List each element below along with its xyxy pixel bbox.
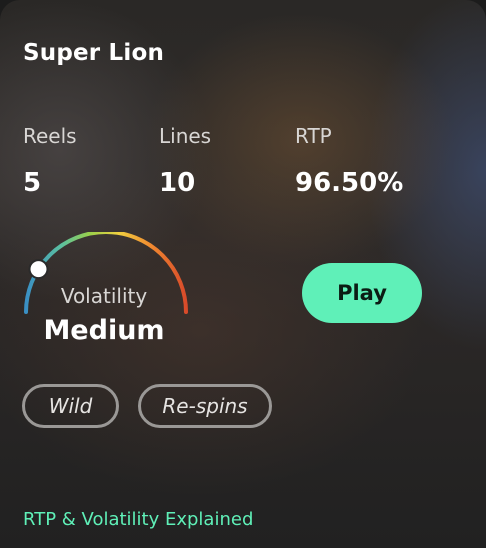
- lines-label: Lines: [159, 124, 212, 148]
- gauge-indicator: [28, 259, 49, 280]
- game-title: Super Lion: [23, 40, 165, 66]
- game-info-card: Super Lion Reels 5 Lines 10 RTP 96.50% V…: [0, 0, 486, 548]
- tag-respins[interactable]: Re-spins: [138, 384, 272, 428]
- rtp-label: RTP: [295, 124, 332, 148]
- play-button[interactable]: Play: [302, 263, 422, 323]
- rtp-value: 96.50%: [295, 168, 404, 198]
- volatility-label: Volatility: [60, 284, 148, 308]
- reels-value: 5: [23, 168, 42, 198]
- volatility-gauge: [24, 232, 188, 314]
- rtp-volatility-explained-link[interactable]: RTP & Volatility Explained: [23, 509, 253, 530]
- tag-wild[interactable]: Wild: [22, 384, 119, 428]
- volatility-value: Medium: [43, 315, 165, 346]
- reels-label: Reels: [23, 124, 77, 148]
- lines-value: 10: [159, 168, 196, 198]
